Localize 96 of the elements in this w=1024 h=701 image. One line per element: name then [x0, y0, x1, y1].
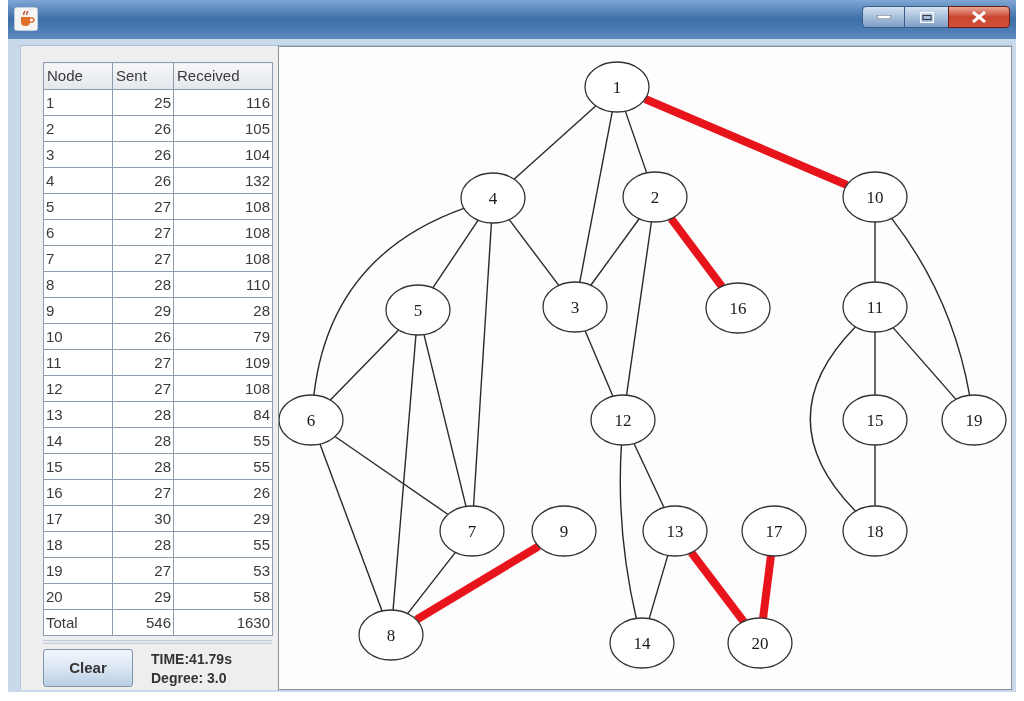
column-header: Sent	[112, 62, 174, 90]
table-cell: 79	[173, 323, 273, 350]
graph-node: 12	[590, 394, 656, 446]
table-cell: 20	[43, 583, 113, 610]
clear-button[interactable]: Clear	[43, 649, 133, 687]
stat-text: Degree: 3.0	[151, 669, 228, 688]
cup-icon	[14, 7, 38, 31]
column-header: Received	[173, 62, 273, 90]
table-cell: 4	[43, 167, 113, 194]
table-cell: 10	[43, 323, 113, 350]
graph-node: 5	[385, 284, 451, 336]
table-cell: 108	[173, 375, 273, 402]
graph-node: 8	[358, 609, 424, 661]
graph-node: 20	[727, 617, 793, 669]
table-cell: 27	[112, 479, 174, 506]
table-cell: 8	[43, 271, 113, 298]
table-cell: 108	[173, 219, 273, 246]
graph-node: 18	[842, 505, 908, 557]
table-cell: 7	[43, 245, 113, 272]
table-cell: 55	[173, 531, 273, 558]
graph-node: 10	[842, 171, 908, 223]
graph-node: 3	[542, 281, 608, 333]
graph-node: 15	[842, 394, 908, 446]
table-cell: 30	[112, 505, 174, 532]
table-cell: 28	[112, 271, 174, 298]
stat-text: TIME:41.79s	[151, 650, 232, 669]
table-cell: 29	[112, 297, 174, 324]
table-cell: 26	[112, 141, 174, 168]
table-cell: 15	[43, 453, 113, 480]
table-cell: 108	[173, 245, 273, 272]
table-cell: 11	[43, 349, 113, 376]
graph-node: 11	[842, 281, 908, 333]
table-cell: 25	[112, 89, 174, 116]
graph-node: 17	[741, 505, 807, 557]
graph-node: 1	[584, 61, 650, 113]
table-cell: 1	[43, 89, 113, 116]
table-cell: 28	[112, 453, 174, 480]
table-cell: 26	[173, 479, 273, 506]
graph-node: 19	[941, 394, 1007, 446]
table-cell: 26	[112, 323, 174, 350]
table-cell: 27	[112, 245, 174, 272]
table-cell: 109	[173, 349, 273, 376]
table-cell: 28	[173, 297, 273, 324]
graph-node: 6	[279, 394, 344, 446]
table-cell: 132	[173, 167, 273, 194]
table-cell: 12	[43, 375, 113, 402]
column-header: Node	[43, 62, 113, 90]
graph-node: 14	[609, 617, 675, 669]
maximize-icon	[919, 11, 934, 23]
table-cell: 19	[43, 557, 113, 584]
table-cell: 26	[112, 115, 174, 142]
table-cell: Total	[43, 609, 113, 636]
table-cell: 26	[112, 167, 174, 194]
table-cell: 27	[112, 193, 174, 220]
graph-node: 4	[460, 172, 526, 224]
table-cell: 55	[173, 453, 273, 480]
table-cell: 27	[112, 375, 174, 402]
table-cell: 28	[112, 401, 174, 428]
table-cell: 18	[43, 531, 113, 558]
graph-node: 13	[642, 505, 708, 557]
table-cell: 55	[173, 427, 273, 454]
table-cell: 110	[173, 271, 273, 298]
graph-node: 2	[622, 171, 688, 223]
close-button[interactable]	[948, 6, 1010, 28]
table-cell: 17	[43, 505, 113, 532]
table-cell: 9	[43, 297, 113, 324]
table-cell: 27	[112, 349, 174, 376]
minimize-icon	[876, 15, 891, 19]
table-cell: 5	[43, 193, 113, 220]
table-cell: 104	[173, 141, 273, 168]
table-cell: 29	[173, 505, 273, 532]
table-cell: 29	[112, 583, 174, 610]
table-cell: 3	[43, 141, 113, 168]
table-cell: 28	[112, 427, 174, 454]
table-cell: 27	[112, 557, 174, 584]
table-cell: 58	[173, 583, 273, 610]
table-cell: 13	[43, 401, 113, 428]
table-cell: 116	[173, 89, 273, 116]
table-cell: 84	[173, 401, 273, 428]
close-icon	[972, 11, 986, 23]
graph-node: 16	[705, 282, 771, 334]
table-cell: 28	[112, 531, 174, 558]
table-cell: 27	[112, 219, 174, 246]
table-cell: 16	[43, 479, 113, 506]
table-cell: 1630	[173, 609, 273, 636]
table-cell: 53	[173, 557, 273, 584]
graph-node: 7	[439, 505, 505, 557]
table-cell: 546	[112, 609, 174, 636]
minimize-button[interactable]	[862, 6, 905, 28]
table-cell: 2	[43, 115, 113, 142]
table-cell: 108	[173, 193, 273, 220]
table-cell: 14	[43, 427, 113, 454]
maximize-button[interactable]	[905, 6, 948, 28]
table-cell: 105	[173, 115, 273, 142]
table-cell: 6	[43, 219, 113, 246]
graph-node: 9	[531, 505, 597, 557]
